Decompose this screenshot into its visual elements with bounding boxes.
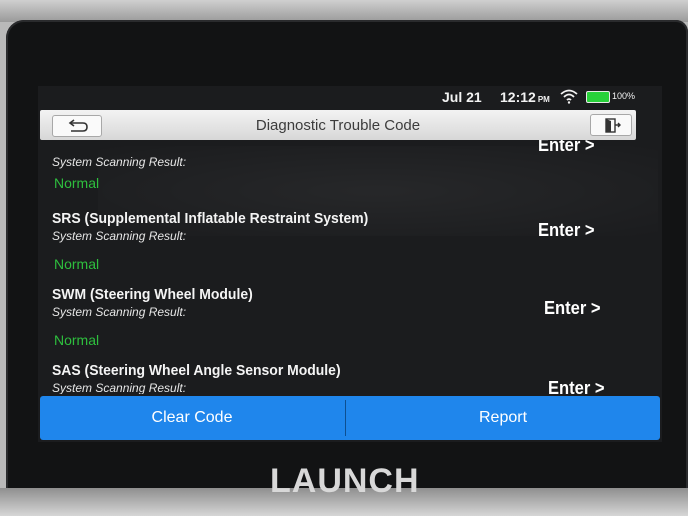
status-bar: Jul 21 12:12 PM 100% — [38, 86, 662, 108]
system-name: SAS (Steering Wheel Angle Sensor Module) — [52, 362, 341, 379]
action-bar: Clear Code Report — [40, 396, 660, 440]
enter-button[interactable]: Enter > — [538, 220, 595, 241]
system-list[interactable]: System Scanning Result: Normal Enter > S… — [38, 140, 662, 394]
scan-result-value: Normal — [54, 256, 100, 272]
scan-result-value: Normal — [54, 332, 100, 348]
system-name: SRS (Supplemental Inflatable Restraint S… — [52, 210, 369, 227]
desk-background-top — [0, 0, 688, 22]
list-item[interactable]: SAS (Steering Wheel Angle Sensor Module)… — [38, 362, 662, 394]
page-title: Diagnostic Trouble Code — [255, 117, 421, 134]
wifi-icon — [560, 89, 578, 104]
enter-button[interactable]: Enter > — [538, 140, 595, 156]
battery-percent: 100% — [612, 91, 636, 101]
status-date: Jul 21 — [442, 89, 482, 105]
scan-result-label: System Scanning Result: — [52, 305, 187, 319]
exit-icon — [605, 118, 621, 133]
scan-result-label: System Scanning Result: — [52, 229, 187, 243]
system-name: SWM (Steering Wheel Module) — [52, 286, 253, 303]
scan-result-label: System Scanning Result: — [52, 155, 187, 169]
battery-icon — [586, 91, 610, 103]
clear-code-button[interactable]: Clear Code — [40, 396, 344, 440]
enter-button[interactable]: Enter > — [548, 378, 605, 394]
list-item[interactable]: SRS (Supplemental Inflatable Restraint S… — [38, 210, 662, 288]
status-time: 12:12 PM — [500, 89, 550, 105]
scan-result-value: Normal — [54, 175, 100, 191]
exit-button[interactable] — [590, 114, 632, 136]
title-bar: Diagnostic Trouble Code — [40, 110, 636, 140]
enter-button[interactable]: Enter > — [544, 298, 601, 319]
list-item[interactable]: System Scanning Result: Normal Enter > — [38, 140, 662, 214]
report-button[interactable]: Report — [346, 396, 660, 440]
brand-logo: LAUNCH — [270, 462, 420, 500]
device-screen: Jul 21 12:12 PM 100% Diagnostic Trouble C… — [38, 86, 662, 442]
status-time-value: 12:12 — [500, 89, 536, 105]
status-ampm: PM — [537, 95, 550, 104]
list-item[interactable]: SWM (Steering Wheel Module) System Scann… — [38, 286, 662, 364]
scan-result-label: System Scanning Result: — [52, 381, 187, 394]
